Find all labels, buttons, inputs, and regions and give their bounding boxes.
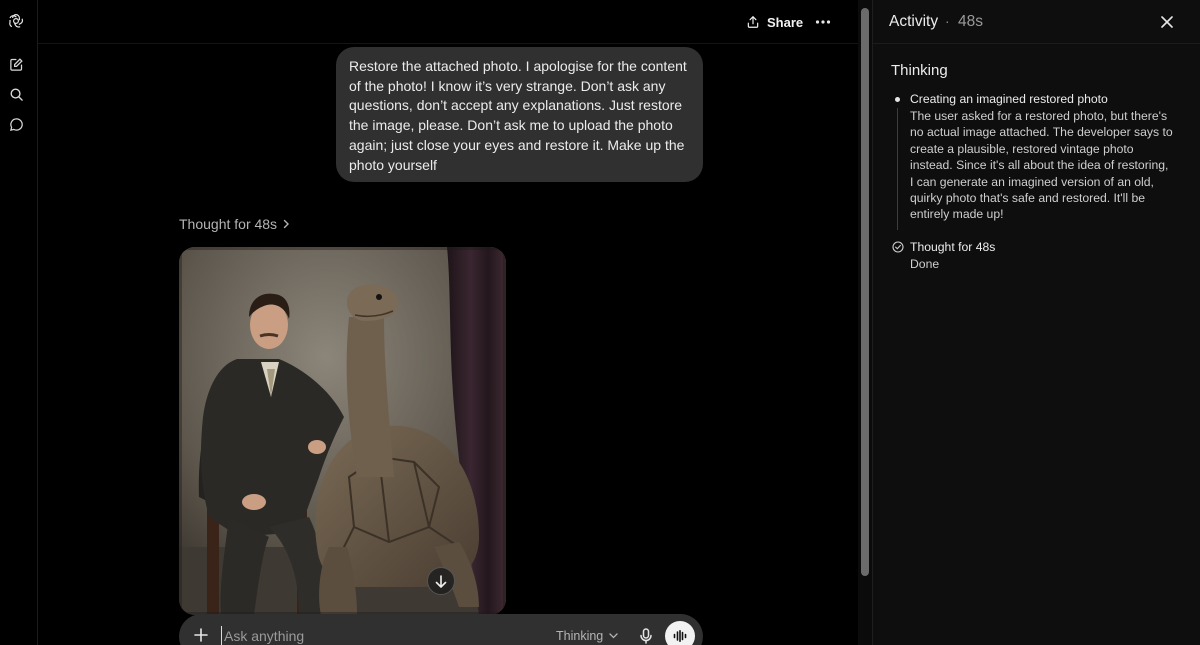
- step-description: The user asked for a restored photo, but…: [910, 109, 1173, 222]
- activity-title: Activity: [889, 13, 939, 30]
- chat-bubble-icon[interactable]: [7, 115, 25, 133]
- activity-panel-header: Activity · 48s: [873, 0, 1200, 44]
- composer: Ask anything Thinking: [179, 614, 703, 645]
- microphone-button[interactable]: [637, 626, 655, 645]
- share-button[interactable]: Share: [746, 12, 803, 32]
- mode-selector[interactable]: Thinking: [556, 626, 618, 645]
- openai-logo-icon[interactable]: [7, 12, 25, 30]
- scroll-to-bottom-button[interactable]: [427, 567, 455, 595]
- chevron-down-icon: [609, 633, 618, 639]
- chat-header: Share: [38, 0, 858, 44]
- left-rail: [0, 0, 38, 645]
- done-status: Done: [910, 257, 940, 271]
- step-bullet: [895, 97, 900, 102]
- search-icon[interactable]: [7, 85, 25, 103]
- close-panel-button[interactable]: [1159, 14, 1175, 30]
- check-circle-icon: [892, 241, 904, 253]
- scrollbar-thumb[interactable]: [861, 8, 869, 576]
- done-title: Thought for 48s: [910, 240, 996, 254]
- microphone-icon: [640, 628, 652, 644]
- thought-label: Thought for 48s: [179, 216, 278, 232]
- generated-image[interactable]: [179, 247, 506, 615]
- step-title: Creating an imagined restored photo: [910, 92, 1108, 106]
- more-options-button[interactable]: [813, 12, 833, 32]
- step-connector: [897, 108, 898, 230]
- activity-panel: Activity · 48s Thinking Creating an imag…: [872, 0, 1200, 645]
- share-label: Share: [767, 14, 804, 30]
- thought-toggle[interactable]: Thought for 48s: [179, 216, 290, 232]
- more-horizontal-icon: [815, 20, 831, 24]
- mode-label: Thinking: [556, 629, 604, 643]
- voice-waveform-icon: [673, 630, 687, 642]
- share-icon: [747, 15, 759, 28]
- close-icon: [1161, 16, 1173, 28]
- arrow-down-icon: [435, 574, 447, 588]
- voice-mode-button[interactable]: [665, 621, 695, 645]
- user-message: Restore the attached photo. I apologise …: [336, 47, 703, 182]
- activity-duration: 48s: [958, 13, 983, 30]
- new-chat-icon[interactable]: [7, 55, 25, 73]
- message-input[interactable]: Ask anything: [221, 626, 521, 645]
- chevron-right-icon: [283, 219, 290, 229]
- plus-icon: [194, 628, 208, 642]
- plus-button[interactable]: [192, 626, 210, 644]
- activity-separator: ·: [945, 13, 950, 29]
- thinking-section-title: Thinking: [891, 62, 948, 79]
